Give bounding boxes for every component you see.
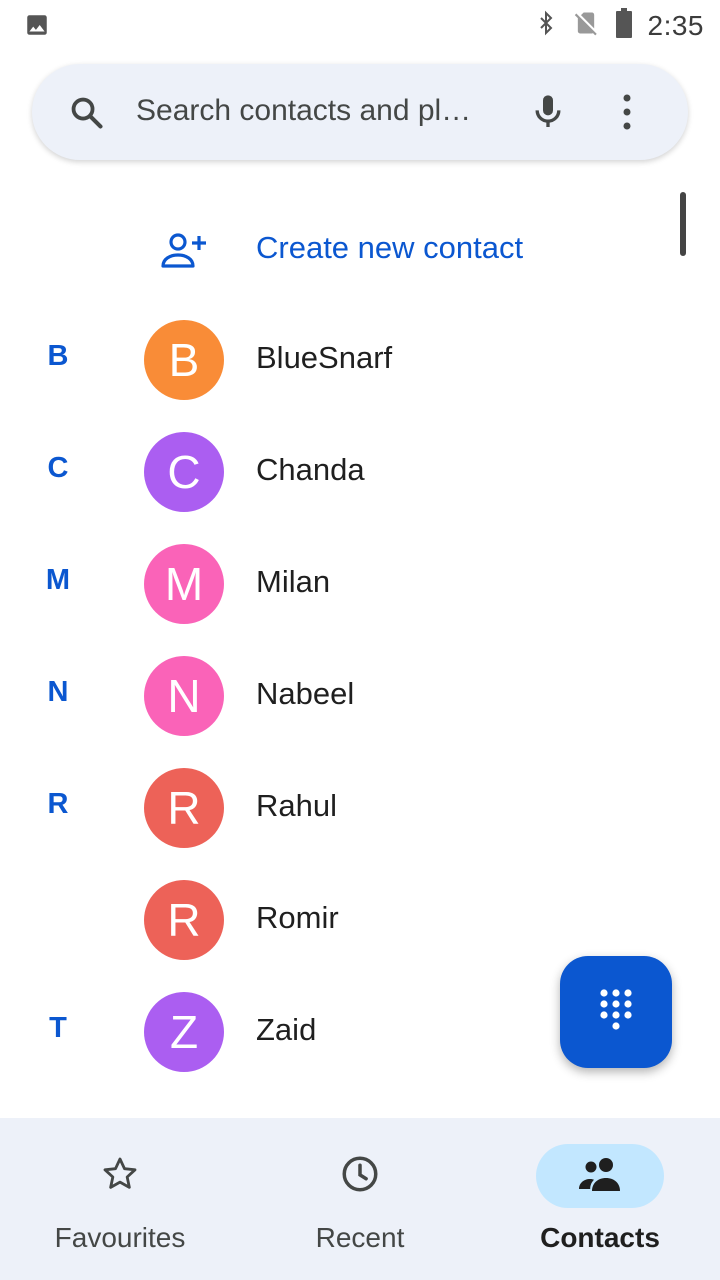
contact-name: Zaid (256, 1012, 317, 1047)
section-letter: T (49, 1012, 67, 1044)
search-bar[interactable]: Search contacts and pl… (32, 64, 688, 160)
contacts-icon (576, 1155, 624, 1198)
dialpad-icon (598, 988, 634, 1037)
avatar: C (144, 432, 224, 512)
section-letter: N (47, 676, 69, 708)
nav-label: Recent (315, 1222, 405, 1253)
contact-row[interactable]: B B BlueSnarf (0, 304, 720, 416)
section-letter: B (47, 340, 69, 372)
section-letter: M (45, 564, 71, 596)
contact-name: Chanda (256, 452, 365, 487)
bottom-navigation: Favourites Recent Contacts (0, 1118, 720, 1280)
contact-row[interactable]: C C Chanda (0, 416, 720, 528)
bluetooth-icon (534, 8, 558, 43)
no-sim-icon (572, 8, 600, 43)
create-new-contact-label: Create new contact (256, 230, 524, 265)
status-time: 2:35 (647, 9, 704, 41)
contact-name: BlueSnarf (256, 340, 393, 375)
avatar: M (144, 544, 224, 624)
contact-row[interactable]: M M Milan (0, 528, 720, 640)
avatar: R (144, 880, 224, 960)
search-input[interactable]: Search contacts and pl… (136, 94, 496, 128)
nav-favourites[interactable]: Favourites (0, 1118, 240, 1280)
contact-row[interactable]: R R Rahul (0, 752, 720, 864)
contact-name: Milan (256, 564, 331, 599)
nav-recent[interactable]: Recent (240, 1118, 480, 1280)
mic-icon[interactable] (528, 90, 568, 139)
avatar: R (144, 768, 224, 848)
contact-name: Romir (256, 900, 339, 935)
nav-label: Favourites (54, 1222, 186, 1253)
contact-row[interactable]: N N Nabeel (0, 640, 720, 752)
avatar: N (144, 656, 224, 736)
create-new-contact-button[interactable]: Create new contact (0, 210, 720, 290)
nav-contacts[interactable]: Contacts (480, 1118, 720, 1280)
star-icon (100, 1154, 140, 1199)
section-letter: C (47, 452, 69, 484)
contact-name: Nabeel (256, 676, 355, 711)
add-person-icon (160, 230, 208, 275)
avatar: Z (144, 992, 224, 1072)
nav-label: Contacts (540, 1222, 660, 1253)
clock-icon (339, 1153, 381, 1200)
contact-name: Rahul (256, 788, 337, 823)
avatar: B (144, 320, 224, 400)
image-notification-icon (24, 12, 50, 43)
section-letter: R (47, 788, 69, 820)
more-vert-icon[interactable] (622, 92, 632, 137)
dialpad-button[interactable] (560, 956, 672, 1068)
status-bar: 2:35 (0, 0, 720, 50)
search-icon[interactable] (68, 94, 106, 137)
battery-icon (614, 8, 634, 43)
